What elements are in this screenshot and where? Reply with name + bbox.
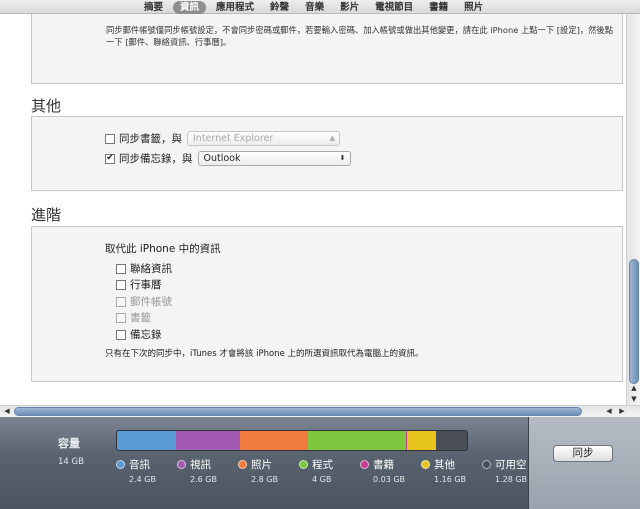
tabs: 摘要 資訊 應用程式 鈴聲 音樂 影片 電視節目 書籍 照片 xyxy=(136,0,491,14)
horizontal-scrollbar[interactable]: ◀ ◀ ▶ xyxy=(0,405,640,417)
sync-notes-label: 同步備忘錄，與 xyxy=(119,153,193,165)
replace-footnote: 只有在下次的同步中，iTunes 才會將該 iPhone 上的所選資訊取代為電腦… xyxy=(105,349,424,359)
replace-item-row: 行事曆 xyxy=(116,277,162,292)
legend-item: 程式 4 GB xyxy=(299,457,333,484)
legend-swatch-icon xyxy=(116,460,125,469)
vertical-scroll-thumb[interactable] xyxy=(629,259,639,384)
storage-segment xyxy=(175,431,240,450)
legend-item: 可用空 1.28 GB xyxy=(482,457,527,484)
sync-bookmarks-checkbox[interactable] xyxy=(105,133,115,144)
legend-item: 書籍 0.03 GB xyxy=(360,457,405,484)
vertical-scrollbar[interactable]: ▲ ▼ xyxy=(626,14,640,405)
storage-segment xyxy=(308,431,407,450)
replace-item-checkbox[interactable] xyxy=(116,279,126,290)
replace-heading: 取代此 iPhone 中的資訊 xyxy=(105,243,221,255)
bookmarks-row: 同步書籤，與 Internet Explorer ▲ xyxy=(105,131,340,146)
scroll-left-icon[interactable]: ◀ xyxy=(603,406,615,417)
legend-label: 視訊 xyxy=(190,459,211,471)
sync-area: 同步 xyxy=(528,417,640,509)
scroll-left-icon[interactable]: ◀ xyxy=(1,406,13,417)
replace-item-row: 聯絡資訊 xyxy=(116,261,172,276)
replace-item-row: 書籤 xyxy=(116,310,151,325)
tab-7[interactable]: 書籍 xyxy=(421,1,456,14)
legend-size: 2.8 GB xyxy=(251,475,278,484)
storage-segment xyxy=(239,431,309,450)
bookmarks-source-value: Internet Explorer xyxy=(193,133,274,144)
storage-segment xyxy=(117,431,176,450)
replace-item-checkbox xyxy=(116,296,126,307)
legend-swatch-icon xyxy=(360,460,369,469)
legend-swatch-icon xyxy=(177,460,186,469)
legend-size: 0.03 GB xyxy=(373,475,406,484)
mail-panel: 同步郵件帳號僅同步帳號設定，不會同步密碼或郵件，若要輸入密碼、加入帳號或做出其他… xyxy=(31,14,623,84)
replace-item-label: 書籤 xyxy=(130,312,151,324)
storage-segment xyxy=(435,431,467,450)
legend-size: 2.6 GB xyxy=(190,475,217,484)
replace-item-label: 郵件帳號 xyxy=(130,296,172,308)
scroll-right-icon[interactable]: ▶ xyxy=(616,406,628,417)
tab-0[interactable]: 摘要 xyxy=(136,1,171,14)
tab-4[interactable]: 音樂 xyxy=(297,1,332,14)
replace-item-row: 備忘錄 xyxy=(116,327,162,342)
legend-size: 1.16 GB xyxy=(434,475,467,484)
legend-swatch-icon xyxy=(238,460,247,469)
scroll-up-icon[interactable]: ▲ xyxy=(627,383,640,393)
legend-label: 程式 xyxy=(312,459,333,471)
legend-size: 1.28 GB xyxy=(495,475,528,484)
legend-item: 照片 2.8 GB xyxy=(238,457,278,484)
select-arrows-icon: ⬍ xyxy=(339,154,346,162)
sync-notes-checkbox[interactable]: ✔ xyxy=(105,153,115,164)
legend-size: 4 GB xyxy=(312,475,332,484)
storage-usage-bar xyxy=(116,430,468,451)
mail-sync-note: 同步郵件帳號僅同步帳號設定，不會同步密碼或郵件，若要輸入密碼、加入帳號或做出其他… xyxy=(106,25,614,47)
tab-5[interactable]: 影片 xyxy=(332,1,367,14)
legend-label: 音訊 xyxy=(129,459,150,471)
legend-label: 可用空 xyxy=(495,459,527,471)
advanced-section-title: 進階 xyxy=(31,206,62,224)
advanced-panel: 取代此 iPhone 中的資訊 聯絡資訊行事曆郵件帳號書籤備忘錄 只有在下次的同… xyxy=(31,226,623,382)
sync-bookmarks-label: 同步書籤，與 xyxy=(119,133,182,145)
replace-item-label: 備忘錄 xyxy=(130,329,162,341)
replace-item-checkbox[interactable] xyxy=(116,329,126,340)
content-area: 同步郵件帳號僅同步帳號設定，不會同步密碼或郵件，若要輸入密碼、加入帳號或做出其他… xyxy=(0,14,626,405)
notes-source-value: Outlook xyxy=(203,153,241,164)
capacity-bar: 容量 14 GB 音訊 2.4 GB 視訊 2.6 GB 照片 2.8 GB 程式 4 GB 書… xyxy=(0,417,640,509)
select-arrows-icon: ▲ xyxy=(329,134,335,142)
legend-item: 音訊 2.4 GB xyxy=(116,457,156,484)
replace-item-label: 行事曆 xyxy=(130,279,162,291)
tab-1[interactable]: 資訊 xyxy=(173,0,207,14)
capacity-total: 14 GB xyxy=(58,457,84,467)
storage-segment xyxy=(407,431,436,450)
legend-swatch-icon xyxy=(299,460,308,469)
tab-8[interactable]: 照片 xyxy=(456,1,491,14)
legend-swatch-icon xyxy=(482,460,491,469)
bookmarks-source-select: Internet Explorer ▲ xyxy=(187,131,340,146)
legend-size: 2.4 GB xyxy=(129,475,156,484)
other-section-title: 其他 xyxy=(31,97,62,115)
legend-label: 書籍 xyxy=(373,459,394,471)
horizontal-scroll-thumb[interactable] xyxy=(14,407,582,416)
notes-source-select[interactable]: Outlook ⬍ xyxy=(197,151,351,166)
legend-swatch-icon xyxy=(421,460,430,469)
tab-3[interactable]: 鈴聲 xyxy=(262,1,297,14)
legend-item: 其他 1.16 GB xyxy=(421,457,466,484)
sync-button[interactable]: 同步 xyxy=(553,445,613,462)
tab-2[interactable]: 應用程式 xyxy=(208,1,262,14)
replace-item-checkbox[interactable] xyxy=(116,263,126,274)
replace-item-checkbox xyxy=(116,312,126,323)
replace-item-row: 郵件帳號 xyxy=(116,294,172,309)
legend-label: 照片 xyxy=(251,459,272,471)
capacity-title: 容量 xyxy=(58,437,80,450)
tab-6[interactable]: 電視節目 xyxy=(367,1,421,14)
replace-item-label: 聯絡資訊 xyxy=(130,263,172,275)
legend-label: 其他 xyxy=(434,459,455,471)
legend-item: 視訊 2.6 GB xyxy=(177,457,217,484)
scroll-down-icon[interactable]: ▼ xyxy=(627,394,640,404)
notes-row: ✔ 同步備忘錄，與 Outlook ⬍ xyxy=(105,151,351,166)
other-panel: 同步書籤，與 Internet Explorer ▲ ✔ 同步備忘錄，與 Out… xyxy=(31,116,623,191)
tab-bar: 摘要 資訊 應用程式 鈴聲 音樂 影片 電視節目 書籍 照片 xyxy=(0,0,640,14)
